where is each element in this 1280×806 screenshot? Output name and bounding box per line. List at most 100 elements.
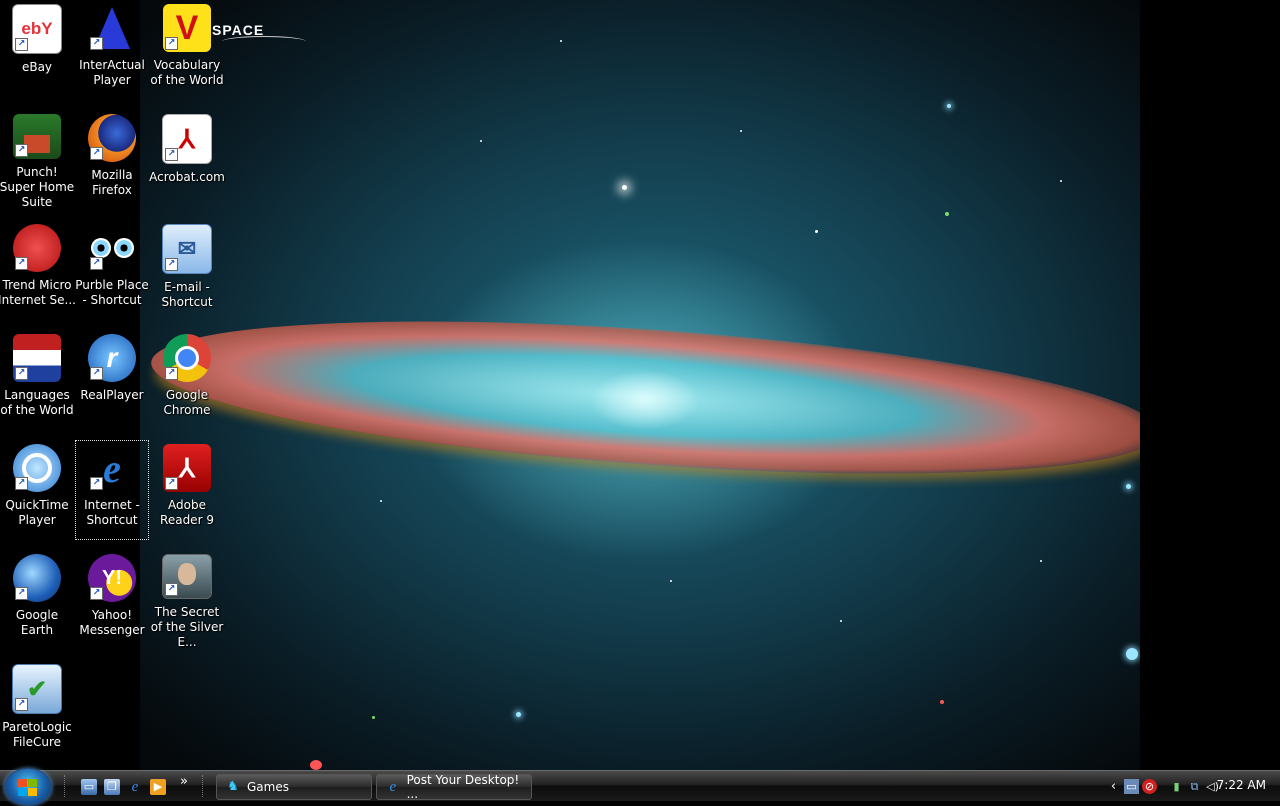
- star: [1060, 180, 1062, 182]
- adobe-reader-icon: ⅄ ↗: [163, 444, 211, 492]
- desktop-icon-languages-of-the-world[interactable]: ↗ Languages of the World: [0, 330, 74, 430]
- desktop-icon-trend-micro[interactable]: ↗ Trend Micro Internet Se...: [0, 220, 76, 320]
- taskbar-button-games[interactable]: ♞ Games: [216, 774, 372, 800]
- star: [480, 140, 482, 142]
- desktop-icon-punch-super-home-suite[interactable]: ↗ Punch! Super Home Suite: [0, 110, 74, 210]
- desktop-icon-purble-place[interactable]: ↗ Purble Place - Shortcut: [75, 220, 149, 320]
- star: [372, 716, 375, 719]
- quicktime-icon: ↗: [13, 444, 61, 492]
- star: [1040, 560, 1042, 562]
- desktop-wallpaper: [140, 0, 1140, 770]
- galaxy-core: [590, 370, 700, 430]
- network-icon[interactable]: ⧉: [1187, 779, 1202, 794]
- internet-explorer-icon: e: [389, 779, 397, 795]
- desktop-icon-realplayer[interactable]: r ↗ RealPlayer: [75, 330, 149, 430]
- star: [947, 104, 951, 108]
- chrome-icon: ↗: [163, 334, 211, 382]
- shortcut-arrow-icon: ↗: [165, 477, 178, 490]
- desktop-icon-google-chrome[interactable]: ↗ Google Chrome: [150, 330, 224, 430]
- clock[interactable]: 7:22 AM: [1217, 778, 1266, 792]
- shortcut-arrow-icon: ↗: [165, 148, 178, 161]
- star: [670, 580, 672, 582]
- icon-label: Trend Micro Internet Se...: [0, 278, 76, 307]
- shortcut-arrow-icon: ↗: [15, 587, 28, 600]
- safely-remove-hardware-icon[interactable]: ▮: [1169, 779, 1184, 794]
- firefox-icon: ↗: [88, 114, 136, 162]
- shortcut-arrow-icon: ↗: [90, 37, 103, 50]
- star: [560, 40, 562, 42]
- icon-label: Punch! Super Home Suite: [0, 165, 75, 209]
- star: [1126, 648, 1138, 660]
- filecure-icon: ✔ ↗: [12, 664, 62, 714]
- star: [516, 712, 521, 717]
- shortcut-arrow-icon: ↗: [15, 38, 28, 51]
- star: [1126, 484, 1131, 489]
- monitor-icon[interactable]: ▭: [1124, 778, 1139, 794]
- icon-label: E-mail - Shortcut: [161, 280, 213, 309]
- internet-explorer-icon[interactable]: e: [127, 779, 143, 795]
- icon-label: Yahoo! Messenger: [79, 608, 145, 637]
- desktop-icon-google-earth[interactable]: ↗ Google Earth: [0, 550, 74, 650]
- house-icon: ↗: [13, 114, 61, 159]
- trend-micro-tray-icon[interactable]: ⊘: [1142, 778, 1157, 794]
- shortcut-arrow-icon: ↗: [90, 147, 103, 160]
- quick-launch-more-button[interactable]: »: [180, 774, 188, 789]
- realplayer-icon: r ↗: [88, 334, 136, 382]
- start-button[interactable]: [4, 768, 52, 806]
- icon-label: eBay: [21, 60, 53, 74]
- desktop-icon-quicktime-player[interactable]: ↗ QuickTime Player: [0, 440, 74, 540]
- icon-label: Internet - Shortcut: [84, 498, 140, 527]
- shortcut-arrow-icon: ↗: [90, 587, 103, 600]
- desktop-icon-secret-of-the-silver-earring[interactable]: ↗ The Secret of the Silver E...: [150, 550, 224, 650]
- flags-icon: ↗: [13, 334, 61, 382]
- shortcut-arrow-icon: ↗: [15, 367, 28, 380]
- desktop-icon-internet-shortcut[interactable]: e ↗ Internet - Shortcut: [75, 440, 149, 540]
- shortcut-arrow-icon: ↗: [165, 583, 178, 596]
- taskbar-grip: [202, 775, 206, 797]
- icon-label: Google Earth: [15, 608, 59, 637]
- star: [940, 700, 944, 704]
- desktop-icon-email-shortcut[interactable]: ✉ ↗ E-mail - Shortcut: [150, 220, 224, 320]
- star: [740, 130, 742, 132]
- media-player-icon[interactable]: ▶: [150, 779, 166, 795]
- star: [815, 230, 818, 233]
- shortcut-arrow-icon: ↗: [90, 257, 103, 270]
- shortcut-arrow-icon: ↗: [165, 37, 178, 50]
- windows-logo-icon: [18, 779, 38, 797]
- icon-label: Mozilla Firefox: [91, 168, 133, 197]
- icon-label: Acrobat.com: [149, 170, 225, 184]
- desktop-icon-adobe-reader-9[interactable]: ⅄ ↗ Adobe Reader 9: [150, 440, 224, 540]
- email-icon: ✉ ↗: [162, 224, 212, 274]
- icon-label: Google Chrome: [163, 388, 211, 417]
- star: [622, 185, 627, 190]
- ebay-icon: ebY ↗: [12, 4, 62, 54]
- desktop-icon-mozilla-firefox[interactable]: ↗ Mozilla Firefox: [75, 110, 149, 210]
- icon-label: Adobe Reader 9: [160, 498, 214, 527]
- task-label: Post Your Desktop! ...: [406, 773, 520, 801]
- task-label: Games: [247, 780, 289, 794]
- star: [945, 212, 949, 216]
- star: [840, 620, 842, 622]
- space-logo-swoosh: [222, 36, 306, 47]
- show-desktop-icon[interactable]: ▭: [81, 779, 97, 795]
- shortcut-arrow-icon: ↗: [90, 367, 103, 380]
- desktop-icon-acrobat-com[interactable]: ⅄ ↗ Acrobat.com: [149, 110, 225, 210]
- switch-windows-icon[interactable]: ❐: [104, 779, 120, 795]
- desktop-icon-paretologic-filecure[interactable]: ✔ ↗ ParetoLogic FileCure: [0, 660, 74, 760]
- taskbar-button-post-your-desktop[interactable]: e Post Your Desktop! ...: [376, 773, 532, 801]
- icon-label: Languages of the World: [0, 388, 74, 417]
- shortcut-arrow-icon: ↗: [15, 477, 28, 490]
- tray-expand-button[interactable]: ‹: [1106, 779, 1121, 794]
- desktop-icon-vocabulary-of-the-world[interactable]: V ↗ Vocabulary of the World: [150, 0, 224, 100]
- icon-label: Purble Place - Shortcut: [75, 278, 149, 307]
- interactual-player-icon: ↗: [88, 4, 136, 52]
- shortcut-arrow-icon: ↗: [165, 367, 178, 380]
- shortcut-arrow-icon: ↗: [15, 698, 28, 711]
- desktop-icon-yahoo-messenger[interactable]: Y! ↗ Yahoo! Messenger: [75, 550, 149, 650]
- purble-eyes-icon: ↗: [88, 224, 136, 272]
- star: [380, 500, 382, 502]
- desktop-icon-ebay[interactable]: ebY ↗ eBay: [0, 0, 74, 100]
- desktop-icon-interactual-player[interactable]: ↗ InterActual Player: [75, 0, 149, 100]
- shortcut-arrow-icon: ↗: [15, 257, 28, 270]
- taskbar: ▭ ❐ e ▶ » ♞ Games e Post Your Desktop! .…: [0, 768, 1280, 806]
